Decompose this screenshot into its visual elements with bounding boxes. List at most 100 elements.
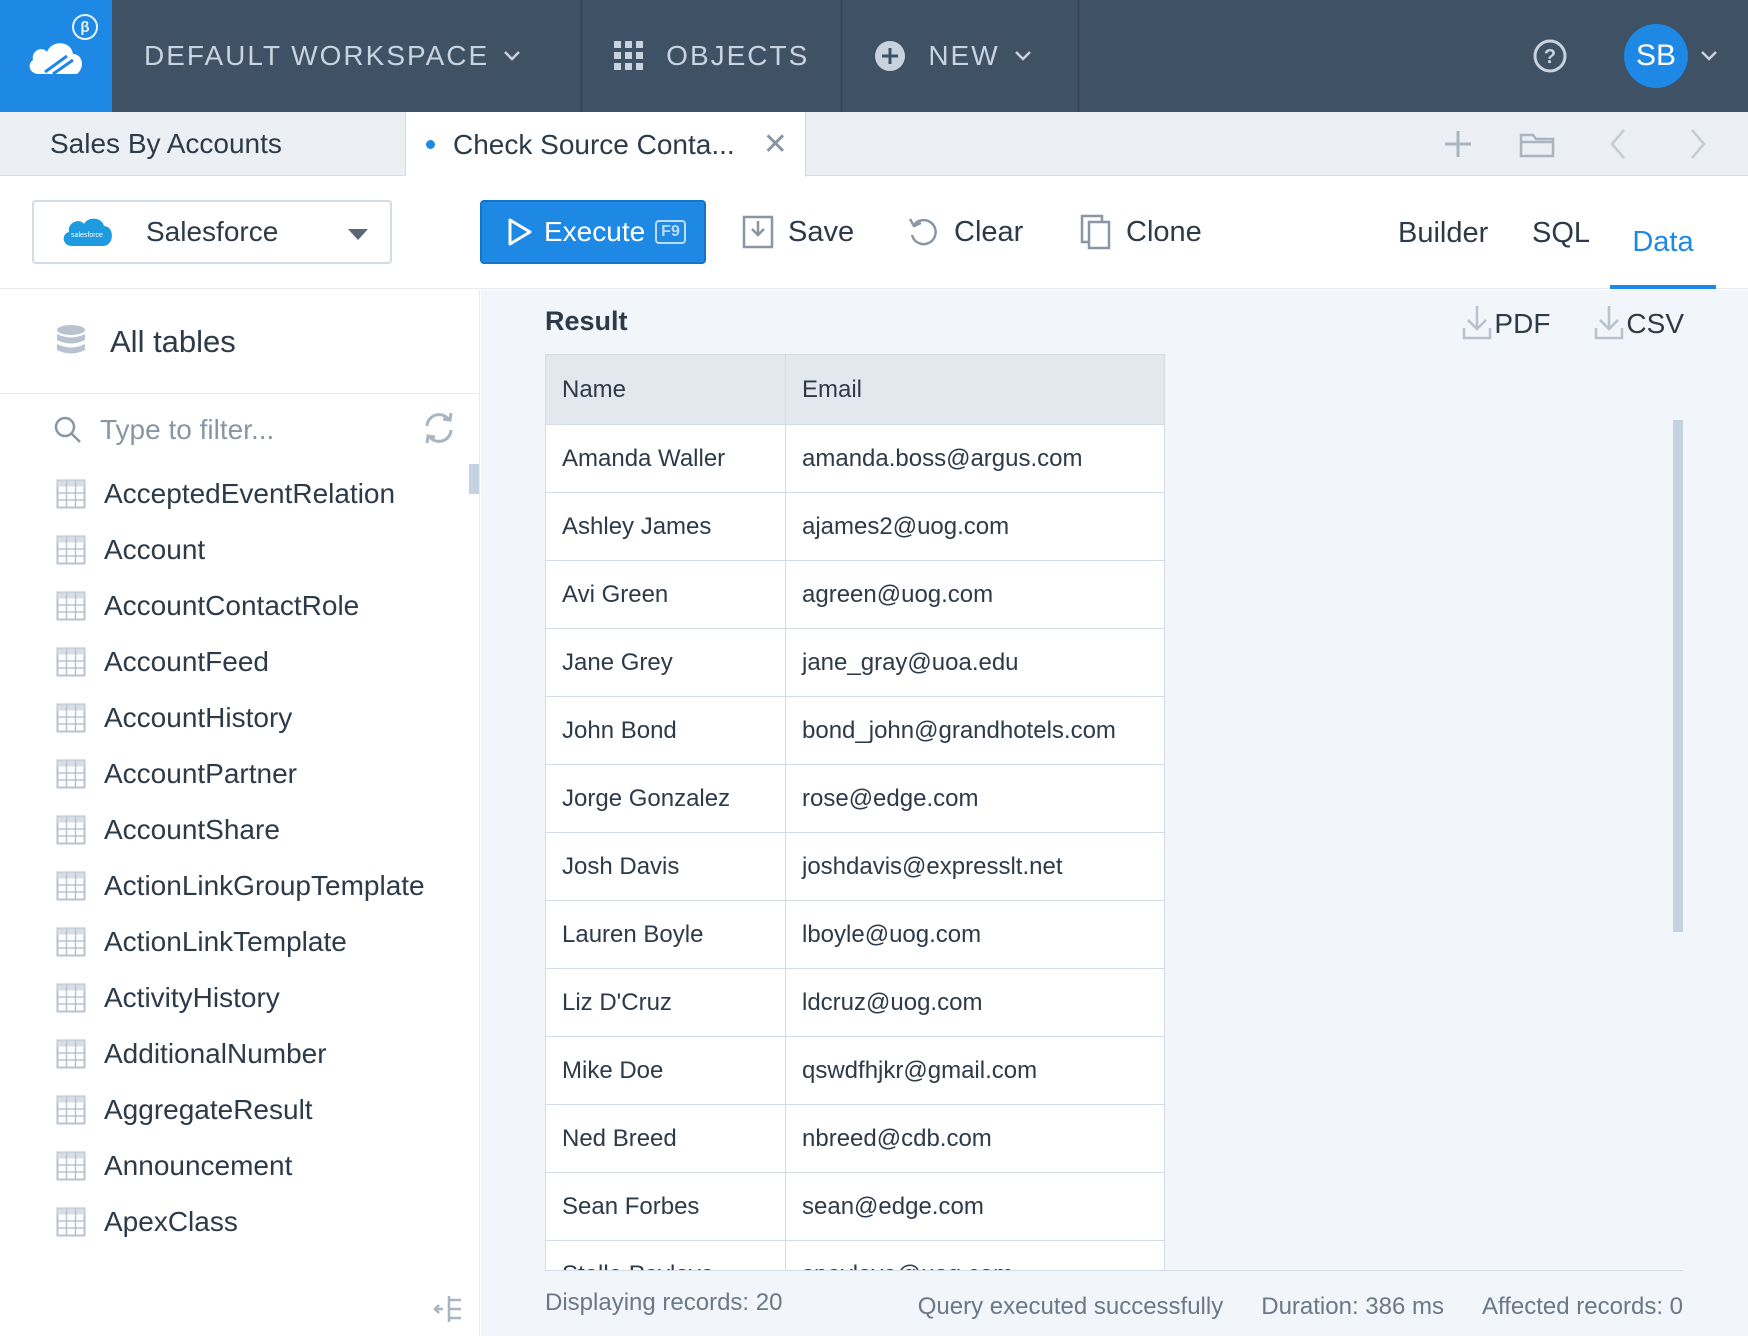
- table-list: AcceptedEventRelation Account AccountConta…: [0, 466, 479, 1250]
- table-row[interactable]: Mike Doe qswdfhjkr@gmail.com: [545, 1036, 1165, 1105]
- svg-text:?: ?: [1544, 46, 1556, 68]
- app-logo[interactable]: β: [0, 0, 112, 112]
- table-item-label: AcceptedEventRelation: [104, 478, 396, 509]
- cell-email: bond_john@grandhotels.com: [785, 696, 1165, 765]
- table-item[interactable]: AccountFeed: [0, 634, 479, 690]
- sidebar-scrollbar[interactable]: [469, 464, 479, 494]
- table-item[interactable]: AggregateResult: [0, 1082, 479, 1138]
- table-icon: [56, 535, 86, 565]
- tab-builder[interactable]: Builder: [1398, 200, 1488, 266]
- beta-badge: β: [72, 14, 98, 40]
- table-item[interactable]: Announcement: [0, 1138, 479, 1194]
- table-row[interactable]: Jorge Gonzalez rose@edge.com: [545, 764, 1165, 833]
- unsaved-indicator: [426, 140, 435, 149]
- chevron-down-icon: [1014, 51, 1031, 61]
- download-icon: [1463, 306, 1492, 340]
- cell-email: ldcruz@uog.com: [785, 968, 1165, 1037]
- grid-header-row: Name Email: [545, 354, 1165, 425]
- table-item[interactable]: ActionLinkGroupTemplate: [0, 858, 479, 914]
- refresh-icon[interactable]: [421, 410, 457, 446]
- search-icon: [54, 416, 81, 443]
- collapse-sidebar-icon[interactable]: [433, 1294, 467, 1324]
- table-item-label: AccountContactRole: [104, 590, 360, 621]
- table-row[interactable]: Sean Forbes sean@edge.com: [545, 1172, 1165, 1241]
- objects-menu[interactable]: OBJECTS: [582, 0, 843, 112]
- export-csv-button[interactable]: CSV: [1594, 304, 1684, 340]
- table-item[interactable]: AccountShare: [0, 802, 479, 858]
- cell-name: Sean Forbes: [545, 1172, 786, 1241]
- table-row[interactable]: Jane Grey jane_gray@uoa.edu: [545, 628, 1165, 697]
- table-row[interactable]: Avi Green agreen@uog.com: [545, 560, 1165, 629]
- clone-button[interactable]: Clone: [1080, 200, 1202, 264]
- add-tab-icon[interactable]: [1438, 124, 1478, 164]
- table-item-label: Account: [104, 534, 206, 565]
- play-icon: [508, 218, 532, 246]
- table-icon: [56, 479, 86, 509]
- table-item[interactable]: ApexClass: [0, 1194, 479, 1250]
- tab-data[interactable]: Data: [1610, 200, 1716, 289]
- table-item-label: Announcement: [104, 1150, 293, 1181]
- help-icon[interactable]: ?: [1532, 38, 1568, 74]
- table-item-label: AccountShare: [104, 814, 280, 845]
- column-header-name[interactable]: Name: [545, 354, 786, 425]
- execute-button[interactable]: Execute F9: [480, 200, 706, 264]
- tab-sales-by-accounts[interactable]: Sales By Accounts: [0, 112, 406, 176]
- tab-actions: [1398, 112, 1718, 176]
- table-row[interactable]: Josh Davis joshdavis@expresslt.net: [545, 832, 1165, 901]
- table-row[interactable]: Ashley James ajames2@uog.com: [545, 492, 1165, 561]
- table-row[interactable]: Stella Pavlovaspavlova@uog.com: [545, 1240, 1165, 1270]
- table-row[interactable]: Liz D'Cruz ldcruz@uog.com: [545, 968, 1165, 1037]
- table-item[interactable]: AcceptedEventRelation: [0, 466, 479, 522]
- previous-tab-icon[interactable]: [1598, 124, 1638, 164]
- all-tables-header[interactable]: All tables: [0, 290, 479, 394]
- folder-icon[interactable]: [1518, 124, 1558, 164]
- clear-button[interactable]: Clear: [906, 200, 1023, 264]
- table-item[interactable]: AccountPartner: [0, 746, 479, 802]
- export-pdf-button[interactable]: PDF: [1462, 304, 1550, 340]
- table-icon: [56, 983, 86, 1013]
- table-row[interactable]: John Bond bond_john@grandhotels.com: [545, 696, 1165, 765]
- user-avatar[interactable]: SB: [1624, 24, 1688, 88]
- table-row[interactable]: Amanda Waller amanda.boss@argus.com: [545, 424, 1165, 493]
- clear-label: Clear: [954, 215, 1024, 248]
- export-pdf-label: PDF: [1494, 308, 1551, 339]
- cell-email: spavlova@uog.com: [785, 1240, 1165, 1270]
- table-row[interactable]: Ned Breed nbreed@cdb.com: [545, 1104, 1165, 1173]
- table-item-label: AccountFeed: [104, 646, 269, 677]
- connection-select[interactable]: salesforce Salesforce: [32, 200, 392, 264]
- table-item[interactable]: ActivityHistory: [0, 970, 479, 1026]
- tab-sql[interactable]: SQL: [1532, 200, 1590, 266]
- cell-email: sean@edge.com: [785, 1172, 1165, 1241]
- save-icon: [742, 215, 774, 249]
- salesforce-logo-icon: salesforce: [63, 218, 112, 246]
- table-icon: [56, 1095, 86, 1125]
- column-header-email[interactable]: Email: [785, 354, 1165, 425]
- table-item[interactable]: AdditionalNumber: [0, 1026, 479, 1082]
- filter-input[interactable]: [100, 414, 400, 446]
- object-sidebar: All tables AcceptedEventRelationAccountA…: [0, 290, 480, 1336]
- table-item[interactable]: ActionLinkTemplate: [0, 914, 479, 970]
- result-scrollbar[interactable]: [1673, 420, 1683, 932]
- table-row[interactable]: Lauren Boyle lboyle@uog.com: [545, 900, 1165, 969]
- new-menu[interactable]: NEW: [842, 0, 1079, 112]
- table-item[interactable]: AccountHistory: [0, 690, 479, 746]
- clone-label: Clone: [1126, 215, 1202, 248]
- table-item[interactable]: Account: [0, 522, 479, 578]
- table-icon: [56, 647, 86, 677]
- cell-name: Ned Breed: [545, 1104, 786, 1173]
- table-item[interactable]: AccountContactRole: [0, 578, 479, 634]
- tab-check-source-contacts[interactable]: Check Source Conta... ✕: [406, 112, 806, 177]
- all-tables-label: All tables: [110, 323, 236, 359]
- connection-label: Salesforce: [146, 216, 279, 247]
- cell-name: Josh Davis: [545, 832, 786, 901]
- next-tab-icon[interactable]: [1678, 124, 1718, 164]
- download-icon: [1595, 306, 1624, 340]
- objects-label: OBJECTS: [666, 40, 810, 71]
- workspace-selector[interactable]: DEFAULT WORKSPACE: [112, 0, 583, 112]
- cloud-logo-icon: [29, 43, 82, 76]
- save-button[interactable]: Save: [742, 200, 854, 264]
- cell-name: Liz D'Cruz: [545, 968, 786, 1037]
- chevron-down-icon[interactable]: [1700, 50, 1718, 62]
- close-icon[interactable]: ✕: [763, 127, 788, 162]
- new-label: NEW: [928, 40, 1000, 71]
